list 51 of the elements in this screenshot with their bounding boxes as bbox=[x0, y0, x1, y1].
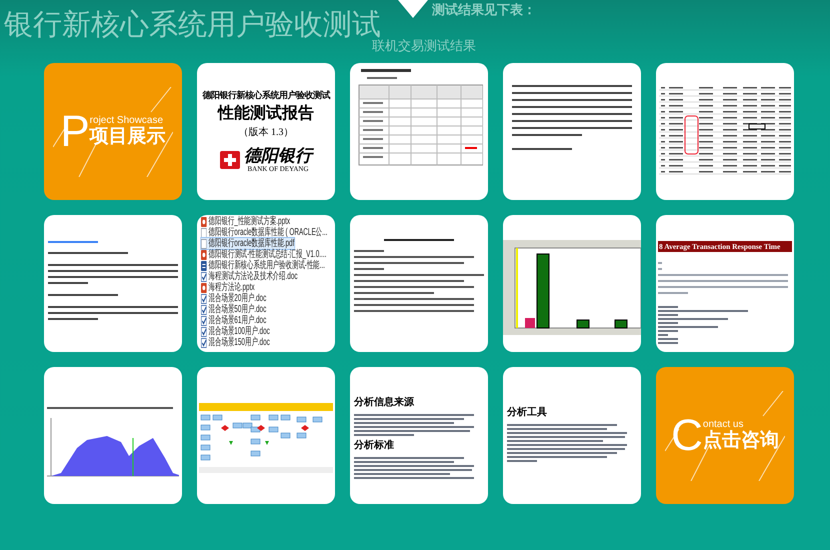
text-lines-drawing bbox=[48, 239, 98, 246]
document-thumbnail[interactable] bbox=[44, 367, 182, 504]
presentation-file-icon bbox=[201, 282, 207, 292]
tile-title: 点击咨询 bbox=[702, 430, 779, 452]
tile-subtitle: ontact us bbox=[702, 419, 744, 430]
file-item[interactable]: 德阳银行oracle数据库性能.pdf bbox=[201, 238, 294, 249]
chart-bar bbox=[614, 320, 628, 328]
document-thumbnail[interactable] bbox=[350, 215, 488, 352]
report-version: （版本 1.3） bbox=[238, 127, 294, 139]
section-heading: 分析标准 bbox=[354, 440, 395, 452]
chart-bar bbox=[525, 318, 535, 328]
file-item[interactable]: 海程方法论.pptx bbox=[201, 282, 255, 293]
document-thumbnail[interactable] bbox=[503, 215, 641, 352]
bank-name: 德阳银行 bbox=[244, 147, 312, 165]
file-item[interactable]: 混合场景50用户.doc bbox=[201, 304, 266, 315]
file-item[interactable]: 德阳银行oracle数据库性能 ( ORACLE公... bbox=[201, 227, 328, 238]
checked-file-icon bbox=[201, 272, 207, 282]
presentation-file-icon bbox=[201, 216, 207, 226]
background-note: 联机交易测试结果 bbox=[372, 38, 476, 54]
file-item[interactable]: 混合场景20用户.doc bbox=[201, 293, 266, 304]
report-subtitle: 性能测试报告 bbox=[218, 105, 314, 123]
file-item[interactable]: 德阳银行_性能测试方案.pptx bbox=[201, 216, 290, 227]
tile-subtitle: roject Showcase bbox=[90, 115, 164, 126]
tile-title: 项目展示 bbox=[90, 126, 166, 148]
document-thumbnail[interactable] bbox=[197, 367, 335, 504]
background-headline: 银行新核心系统用户验收测试 bbox=[4, 8, 381, 41]
background-note: 测试结果见下表： bbox=[432, 2, 536, 18]
file-item[interactable]: 海程测试方法论及技术介绍.doc bbox=[201, 271, 298, 282]
initial-letter: C bbox=[671, 414, 703, 458]
bank-logo-icon bbox=[220, 151, 240, 169]
document-file-icon bbox=[201, 260, 207, 270]
file-item[interactable]: 混合场景61用户.doc bbox=[201, 315, 266, 326]
chart-bar bbox=[576, 320, 590, 328]
section-heading: 分析信息来源 bbox=[354, 397, 415, 409]
file-item[interactable]: 德阳银行测试-性能测试总结-汇报_V1.0.... bbox=[201, 249, 326, 260]
text-lines-drawing bbox=[384, 237, 454, 244]
initial-letter: P bbox=[60, 110, 90, 154]
file-item[interactable]: 混合场景100用户.doc bbox=[201, 326, 270, 337]
document-thumbnail[interactable] bbox=[656, 63, 794, 200]
document-thumbnail[interactable] bbox=[503, 63, 641, 200]
report-title: 德阳银行新核心系统用户验收测试 bbox=[202, 90, 330, 101]
presentation-file-icon bbox=[201, 250, 207, 260]
document-thumbnail[interactable]: 分析信息来源 分析标准 bbox=[350, 367, 488, 504]
document-thumbnail[interactable] bbox=[44, 215, 182, 352]
file-item[interactable]: 德阳银行新核心系统用户验收测试-性能... bbox=[201, 260, 325, 271]
file-list-thumbnail[interactable] bbox=[197, 215, 335, 352]
file-item[interactable]: 混合场景150用户.doc bbox=[201, 337, 270, 348]
document-thumbnail[interactable]: 分析工具 bbox=[503, 367, 641, 504]
notch-icon bbox=[398, 0, 428, 18]
section-heading: 分析工具 bbox=[507, 407, 548, 419]
document-thumbnail[interactable] bbox=[350, 63, 488, 200]
